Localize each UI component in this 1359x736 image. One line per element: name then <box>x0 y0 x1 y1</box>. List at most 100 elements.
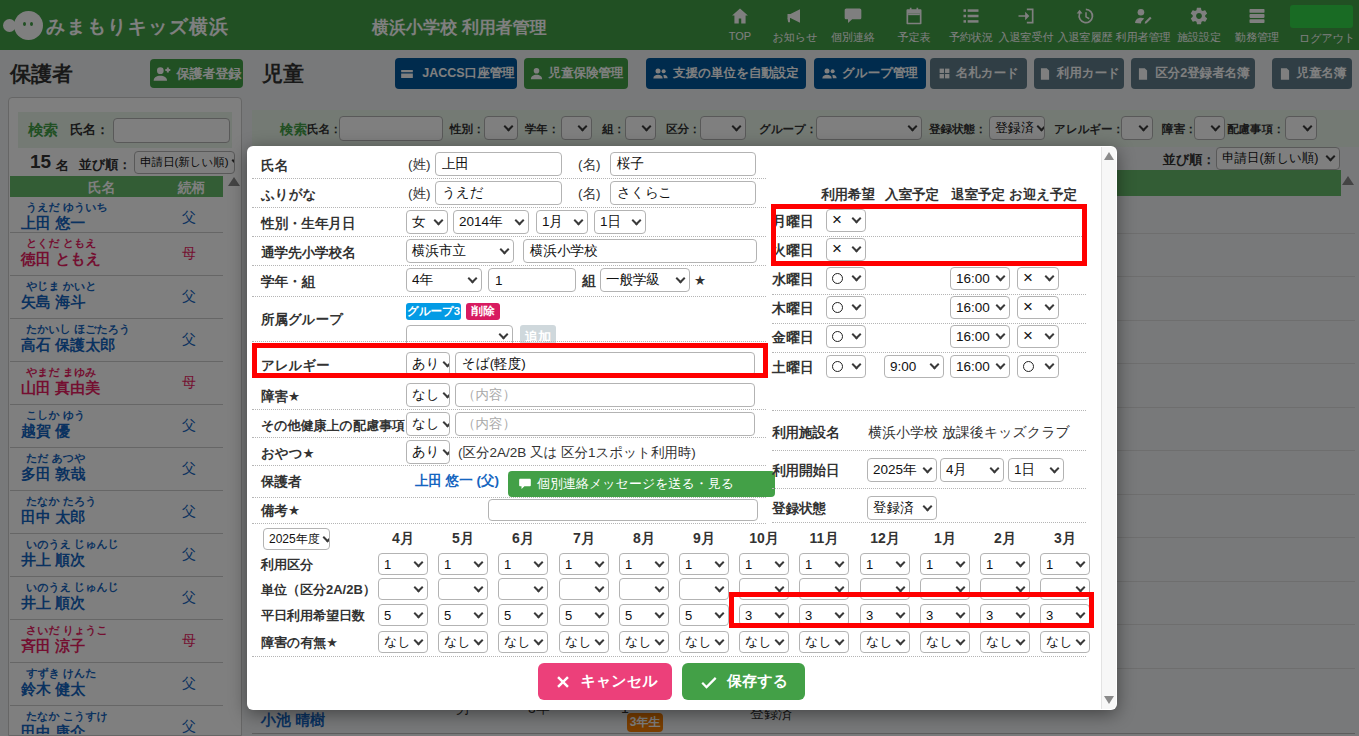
grid-select[interactable]: 1 <box>1040 553 1090 575</box>
guardian-link[interactable]: 上田 悠一 (父) <box>415 472 499 490</box>
grid-select[interactable] <box>438 578 488 600</box>
grid-select[interactable]: 3 <box>1040 604 1090 626</box>
grid-select[interactable]: 1 <box>378 553 428 575</box>
birth-month-select[interactable]: 1月 <box>536 210 588 234</box>
grid-select[interactable]: なし <box>498 631 548 653</box>
grid-select[interactable]: 3 <box>980 604 1030 626</box>
grid-select[interactable]: なし <box>980 631 1030 653</box>
grid-select[interactable]: 5 <box>679 604 729 626</box>
care-select[interactable]: なし <box>406 412 450 436</box>
grid-select[interactable]: 1 <box>799 553 849 575</box>
pickup-select-土曜日[interactable] <box>1017 355 1059 378</box>
grid-select[interactable] <box>860 578 910 600</box>
grid-select[interactable] <box>920 578 970 600</box>
grid-select[interactable]: なし <box>739 631 789 653</box>
field-care-label: その他健康上の配慮事項 <box>261 417 405 435</box>
care-input[interactable]: （内容） <box>455 412 755 436</box>
grid-select[interactable]: 3 <box>799 604 849 626</box>
grid-select[interactable]: なし <box>619 631 669 653</box>
grid-select[interactable]: 1 <box>980 553 1030 575</box>
wish-select-水曜日[interactable] <box>826 267 866 290</box>
birth-year-select[interactable]: 2014年 <box>453 210 529 234</box>
grid-select[interactable] <box>799 578 849 600</box>
out-select-木曜日[interactable]: 16:00 <box>950 296 1010 319</box>
kana-sei-input[interactable]: うえだ <box>435 181 562 205</box>
wish-select-月曜日[interactable]: × <box>826 209 866 232</box>
grid-select[interactable]: 5 <box>378 604 428 626</box>
group-select[interactable] <box>406 325 513 348</box>
disability-input[interactable]: （内容） <box>455 383 755 407</box>
status-select[interactable]: 登録済 <box>867 496 937 520</box>
grid-select[interactable]: 1 <box>619 553 669 575</box>
grid-select[interactable] <box>559 578 609 600</box>
birth-day-select[interactable]: 1日 <box>594 210 646 234</box>
grid-select[interactable]: 5 <box>438 604 488 626</box>
grid-select[interactable]: 5 <box>498 604 548 626</box>
grid-select[interactable]: 1 <box>860 553 910 575</box>
sei-input[interactable]: 上田 <box>435 152 562 176</box>
cancel-button[interactable]: キャンセル <box>538 663 672 700</box>
grid-select[interactable]: 3 <box>920 604 970 626</box>
grid-select[interactable] <box>619 578 669 600</box>
wish-select-火曜日[interactable]: × <box>826 238 866 261</box>
mei-input[interactable]: 桜子 <box>610 152 756 176</box>
grid-select[interactable] <box>498 578 548 600</box>
grid-select[interactable]: 5 <box>619 604 669 626</box>
grid-select[interactable]: 1 <box>498 553 548 575</box>
grid-select[interactable]: 1 <box>920 553 970 575</box>
class-type-select[interactable]: 一般学級 <box>600 268 690 292</box>
class-num-input[interactable]: 1 <box>488 268 576 292</box>
grid-select[interactable] <box>980 578 1030 600</box>
grid-select[interactable] <box>679 578 729 600</box>
grid-select[interactable]: なし <box>1040 631 1090 653</box>
grid-select[interactable]: なし <box>920 631 970 653</box>
grid-select[interactable]: 1 <box>679 553 729 575</box>
grade-select[interactable]: 4年 <box>406 268 482 292</box>
group-delete-button[interactable]: 削除 <box>466 303 500 320</box>
grid-select[interactable]: なし <box>860 631 910 653</box>
in-select-土曜日[interactable]: 9:00 <box>884 355 944 378</box>
grid-select[interactable] <box>739 578 789 600</box>
grid-select[interactable]: 3 <box>739 604 789 626</box>
pickup-select-水曜日[interactable]: × <box>1017 267 1059 290</box>
gender-select[interactable]: 女 <box>406 210 448 234</box>
out-select-水曜日[interactable]: 16:00 <box>950 267 1010 290</box>
group-badge: グループ3 <box>406 303 461 320</box>
grid-select[interactable]: 1 <box>559 553 609 575</box>
fiscal-year-select[interactable]: 2025年度 <box>263 528 330 550</box>
start-year-select[interactable]: 2025年 <box>867 458 937 482</box>
school-name-input[interactable]: 横浜小学校 <box>523 239 757 263</box>
allergy-select[interactable]: あり <box>406 352 450 376</box>
grid-select[interactable]: 1 <box>438 553 488 575</box>
grid-select[interactable] <box>1040 578 1090 600</box>
group-add-button[interactable]: 追加 <box>520 325 556 348</box>
modal-scrollbar[interactable] <box>1101 147 1116 709</box>
grid-select[interactable]: なし <box>559 631 609 653</box>
pickup-select-木曜日[interactable]: × <box>1017 296 1059 319</box>
grid-select[interactable]: 5 <box>559 604 609 626</box>
allergy-input[interactable]: そば(軽度) <box>455 352 755 376</box>
message-button[interactable]: 個別連絡メッセージを送る・見る <box>508 471 775 497</box>
grid-select[interactable]: 3 <box>860 604 910 626</box>
snack-select[interactable]: あり <box>406 440 450 464</box>
grid-select[interactable]: なし <box>378 631 428 653</box>
out-select-土曜日[interactable]: 16:00 <box>950 355 1010 378</box>
wish-select-木曜日[interactable] <box>826 296 866 319</box>
start-month-select[interactable]: 4月 <box>940 458 1004 482</box>
save-button[interactable]: 保存する <box>682 663 805 700</box>
start-day-select[interactable]: 1日 <box>1008 458 1064 482</box>
wish-select-金曜日[interactable] <box>826 325 866 348</box>
grid-select[interactable] <box>378 578 428 600</box>
grid-select[interactable]: 1 <box>739 553 789 575</box>
wish-select-土曜日[interactable] <box>826 355 866 378</box>
grid-select[interactable]: なし <box>679 631 729 653</box>
disability-select[interactable]: なし <box>406 383 450 407</box>
note-input[interactable] <box>488 499 758 521</box>
kana-mei-input[interactable]: さくらこ <box>610 181 756 205</box>
field-grade-label: 学年・組 <box>261 273 315 291</box>
out-select-金曜日[interactable]: 16:00 <box>950 325 1010 348</box>
grid-select[interactable]: なし <box>799 631 849 653</box>
pickup-select-金曜日[interactable]: × <box>1017 325 1059 348</box>
school-city-select[interactable]: 横浜市立 <box>406 239 514 263</box>
grid-select[interactable]: なし <box>438 631 488 653</box>
